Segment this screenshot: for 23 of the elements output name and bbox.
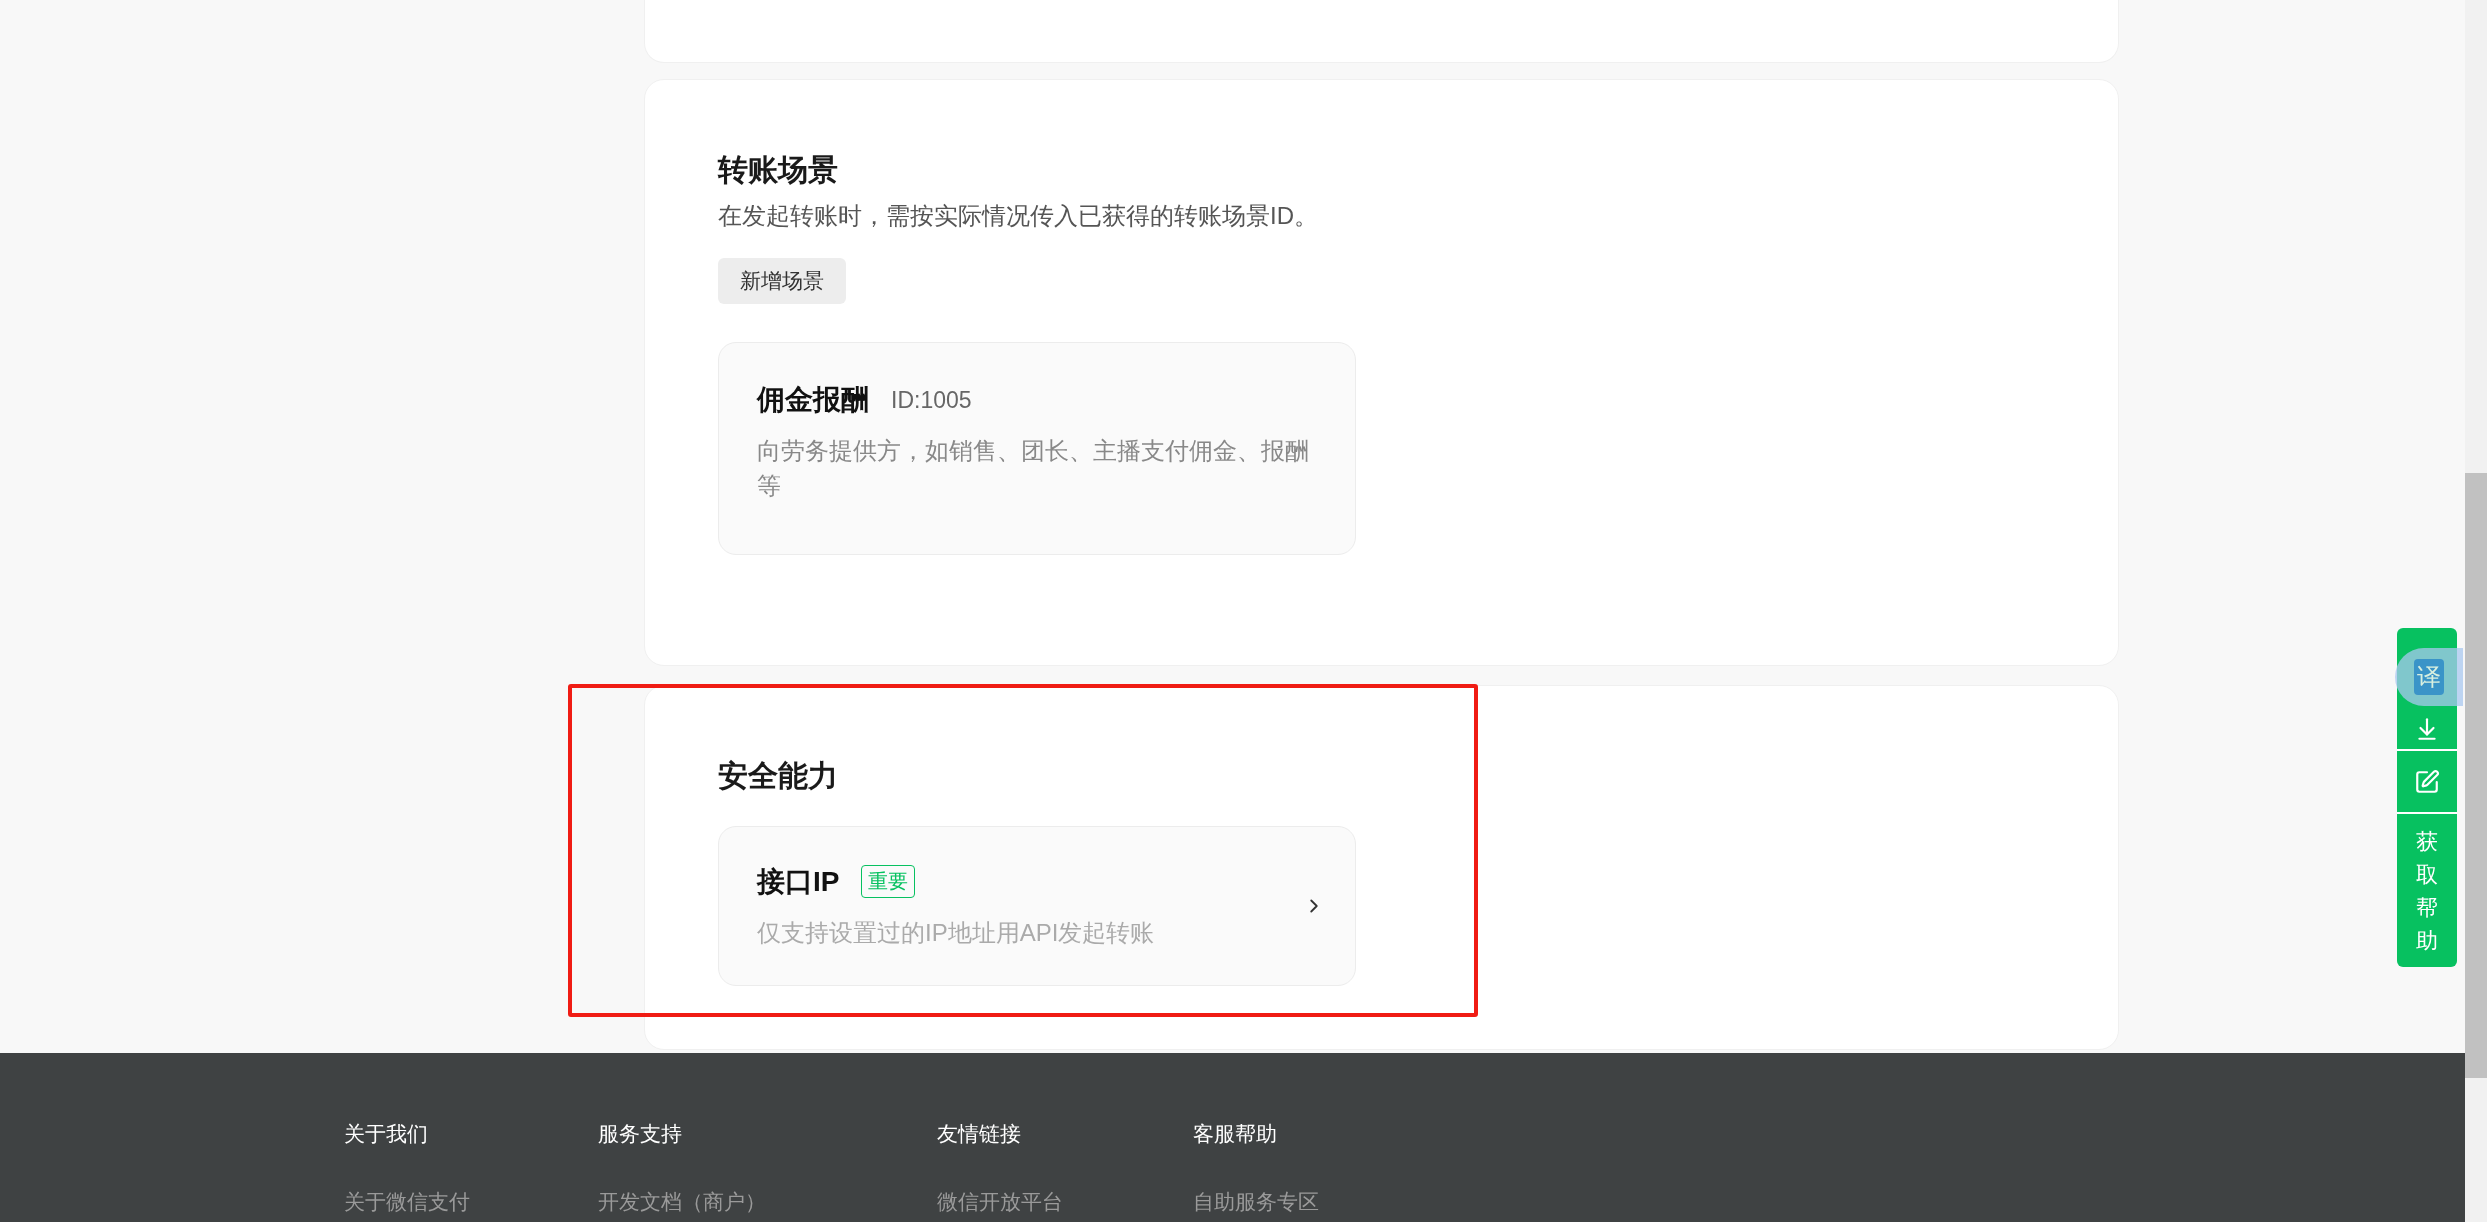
scene-description: 向劳务提供方，如销售、团长、主播支付佣金、报酬等 bbox=[757, 436, 1310, 501]
scene-description: 仅支持设置过的IP地址用API发起转账 bbox=[757, 917, 1155, 948]
footer-link[interactable]: 微信开放平台 bbox=[937, 1188, 1193, 1216]
important-tag: 重要 bbox=[861, 865, 916, 898]
add-scene-button[interactable]: 新增场景 bbox=[718, 258, 846, 304]
translate-button[interactable]: 译 bbox=[2395, 648, 2463, 706]
footer-heading: 客服帮助 bbox=[1193, 1121, 1278, 1147]
footer-link[interactable]: 自助服务专区 bbox=[1193, 1188, 1493, 1216]
help-button[interactable]: 获取帮助 bbox=[2397, 814, 2457, 967]
scene-title: 接口IP bbox=[757, 864, 840, 899]
footer-link[interactable]: 开发文档（商户） bbox=[598, 1188, 937, 1216]
scene-id: ID:1005 bbox=[891, 386, 972, 414]
section-title: 转账场景 bbox=[718, 152, 839, 188]
edit-icon bbox=[2414, 768, 2440, 795]
footer-heading: 服务支持 bbox=[598, 1121, 683, 1147]
scrollbar-thumb[interactable] bbox=[2465, 473, 2487, 1078]
footer-heading: 关于我们 bbox=[344, 1121, 429, 1147]
footer-link[interactable]: 关于微信支付 bbox=[344, 1188, 598, 1216]
footer-heading: 友情链接 bbox=[937, 1121, 1022, 1147]
section-title: 安全能力 bbox=[718, 758, 839, 794]
scene-card[interactable]: 接口IP 重要 仅支持设置过的IP地址用API发起转账 bbox=[718, 826, 1356, 986]
scene-title: 佣金报酬 bbox=[757, 383, 869, 417]
section-description: 在发起转账时，需按实际情况传入已获得的转账场景ID。 bbox=[718, 201, 1319, 231]
